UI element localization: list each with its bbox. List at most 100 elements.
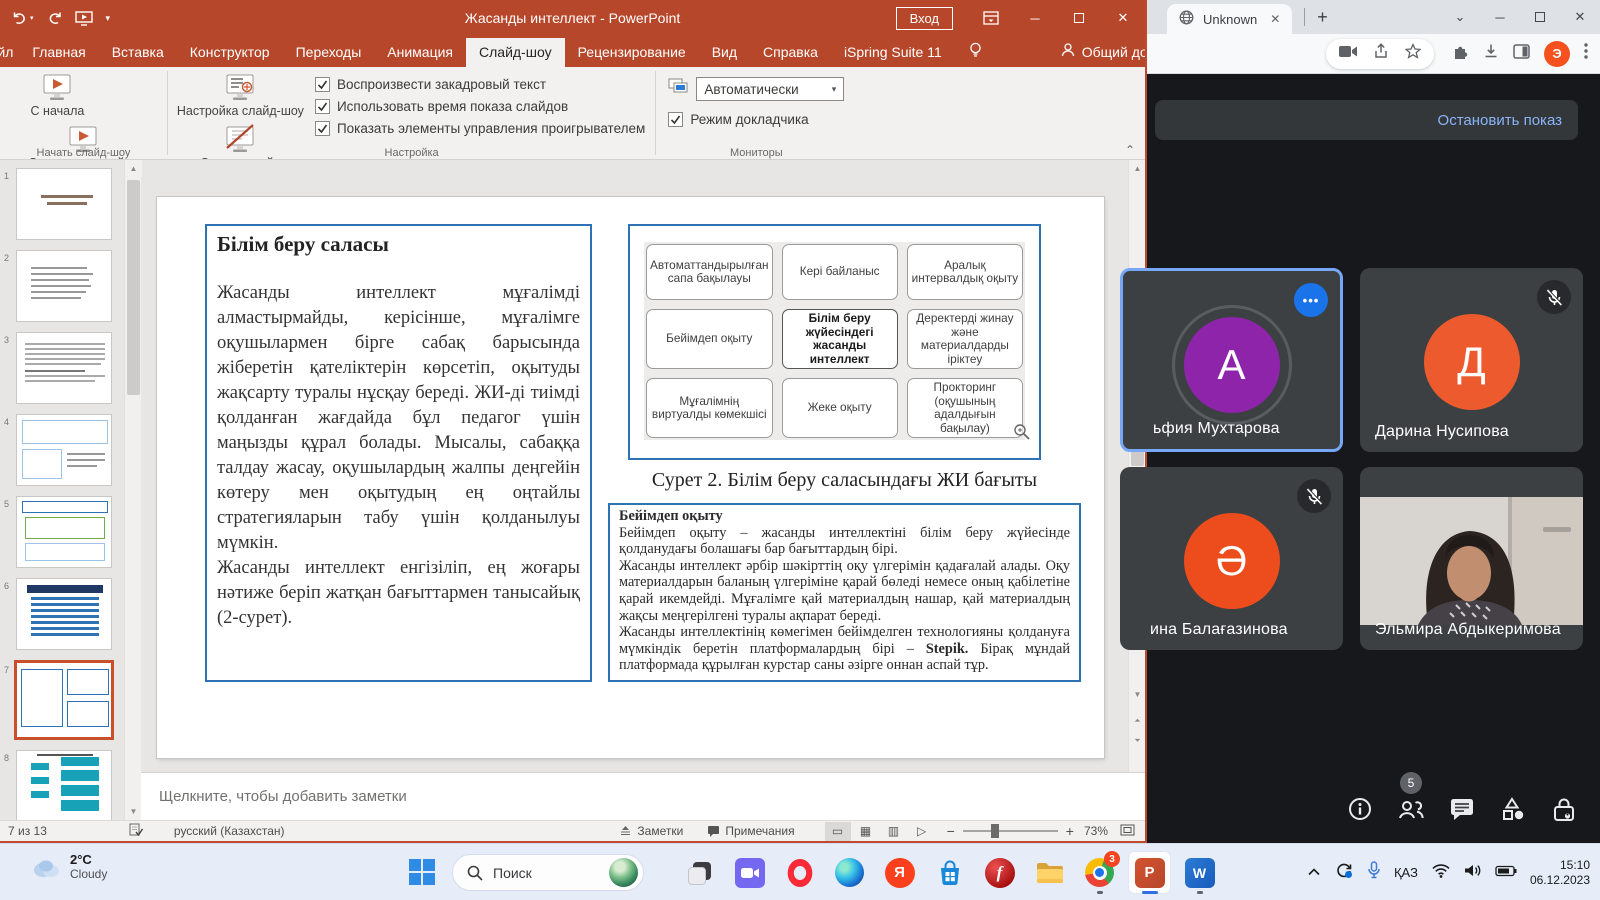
tab-7[interactable]: Рецензирование — [565, 38, 699, 67]
participant-tile-1[interactable]: А•••ьфия Мухтарова — [1120, 268, 1343, 452]
stop-presenting-button[interactable]: Остановить показ — [1438, 112, 1562, 129]
search-box[interactable]: Поиск — [452, 854, 644, 891]
participant-tile-4[interactable]: Эльмира Абдыкеримова — [1360, 467, 1583, 650]
tab-2[interactable]: Вставка — [99, 38, 177, 67]
tab-8[interactable]: Вид — [699, 38, 750, 67]
hidden-icons-chevron[interactable] — [1307, 864, 1321, 882]
tab-4[interactable]: Переходы — [283, 38, 375, 67]
thumbnails-scrollbar[interactable]: ▲ ▼ — [124, 160, 141, 820]
ribbon-checkbox-0[interactable]: Воспроизвести закадровый текст — [315, 77, 645, 92]
chat-icon[interactable] — [1445, 792, 1479, 826]
customize-qat-icon[interactable]: ▾ — [106, 13, 111, 24]
tab-6[interactable]: Слайд-шоу — [466, 38, 565, 67]
host-controls-lock-icon[interactable] — [1547, 792, 1581, 826]
notes-button[interactable]: Заметки — [619, 824, 683, 838]
tab-close-icon[interactable]: ✕ — [1270, 12, 1280, 26]
weather-widget[interactable]: 2°C Cloudy — [30, 852, 107, 881]
share-icon[interactable] — [1373, 43, 1389, 64]
keyboard-language[interactable]: ҚАЗ — [1394, 865, 1418, 880]
new-tab-button[interactable]: + — [1317, 7, 1328, 28]
profile-avatar[interactable]: Э — [1544, 41, 1570, 67]
participant-menu-button[interactable]: ••• — [1294, 283, 1328, 317]
search-highlight-image[interactable] — [609, 858, 638, 887]
slide-thumbnail-1[interactable]: 1 — [16, 168, 112, 240]
scroll-down-icon[interactable]: ▼ — [125, 803, 142, 820]
tab-9[interactable]: Справка — [750, 38, 831, 67]
ribbon-checkbox-2[interactable]: Показать элементы управления проигрывате… — [315, 121, 645, 136]
zoom-level[interactable]: 73% — [1084, 824, 1108, 838]
tab-10[interactable]: iSpring Suite 11 — [831, 38, 955, 67]
tab-3[interactable]: Конструктор — [177, 38, 283, 67]
slideshow-view-button[interactable]: ▷ — [909, 822, 935, 841]
slide-thumbnail-2[interactable]: 2 — [16, 250, 112, 322]
redo-icon[interactable] — [47, 11, 62, 25]
scroll-up-icon[interactable]: ▲ — [1129, 160, 1146, 177]
browser-close-button[interactable]: ✕ — [1560, 0, 1600, 34]
taskbar-app-explorer[interactable] — [1028, 851, 1071, 894]
taskbar-app-flash[interactable]: f — [978, 851, 1021, 894]
battery-icon[interactable] — [1495, 864, 1517, 882]
close-button[interactable]: ✕ — [1101, 0, 1145, 36]
activities-icon[interactable] — [1496, 792, 1530, 826]
taskbar-app-opera[interactable] — [778, 851, 821, 894]
ribbon-button-play-0[interactable]: С начала — [0, 69, 163, 121]
taskbar-app-word[interactable]: W — [1178, 851, 1221, 894]
start-button[interactable] — [408, 858, 436, 891]
sync-icon[interactable] — [1334, 861, 1354, 884]
taskbar-app-powerpoint[interactable]: P — [1128, 851, 1171, 894]
tab-file[interactable]: Файл — [0, 38, 19, 67]
ribbon-checkbox-1[interactable]: Использовать время показа слайдов — [315, 99, 645, 114]
slide-textbox-adaptive[interactable]: Бейімдеп оқыту Бейімдеп оқыту – жасанды … — [608, 503, 1081, 682]
zoom-slider[interactable] — [963, 830, 1058, 832]
tab-search-chevron-icon[interactable]: ⌄ — [1440, 0, 1480, 34]
tab-1[interactable]: Главная — [19, 38, 98, 67]
participant-tile-2[interactable]: ДДарина Нусипова — [1360, 268, 1583, 452]
meeting-details-icon[interactable] — [1343, 792, 1377, 826]
slide-thumbnail-6[interactable]: 6 — [16, 578, 112, 650]
start-slideshow-icon[interactable] — [75, 11, 93, 26]
previous-slide-button[interactable]: ⏶ — [1129, 712, 1146, 729]
reading-view-button[interactable]: ▥ — [881, 822, 907, 841]
ribbon-button-setup-0[interactable]: Настройка слайд-шоу — [172, 69, 309, 121]
comments-button[interactable]: Примечания — [707, 824, 794, 838]
browser-menu-icon[interactable] — [1584, 43, 1588, 64]
taskbar-app-meet-app[interactable] — [728, 851, 771, 894]
normal-view-button[interactable]: ▭ — [825, 822, 851, 841]
slide-canvas[interactable]: Білім беру саласы Жасанды интеллект мұға… — [157, 197, 1104, 758]
presenter-mode-checkbox[interactable]: Режим докладчика — [668, 112, 844, 127]
taskbar-app-task-view[interactable] — [678, 851, 721, 894]
browser-maximize-button[interactable] — [1520, 0, 1560, 34]
taskbar-app-yandex[interactable]: Я — [878, 851, 921, 894]
side-panel-icon[interactable] — [1513, 44, 1530, 64]
scroll-up-icon[interactable]: ▲ — [125, 160, 142, 177]
browser-tab[interactable]: Unknown ✕ — [1167, 4, 1292, 34]
monitor-select[interactable]: Автоматически▾ — [696, 77, 844, 101]
undo-icon[interactable]: ▾ — [12, 11, 34, 25]
fit-slide-icon[interactable] — [1120, 824, 1135, 839]
share-button[interactable]: Общий доступ — [1082, 44, 1145, 60]
bookmark-star-icon[interactable] — [1405, 43, 1421, 64]
signin-button[interactable]: Вход — [896, 7, 953, 30]
tab-capture-camera-icon[interactable] — [1339, 45, 1357, 63]
slide-sorter-button[interactable]: ▦ — [853, 822, 879, 841]
participant-tile-3[interactable]: Әина Балағазинова — [1120, 467, 1343, 650]
microphone-icon[interactable] — [1367, 861, 1381, 884]
slide-thumbnail-8[interactable]: 8 — [16, 750, 112, 822]
tab-5[interactable]: Анимация — [374, 38, 466, 67]
collapse-ribbon-icon[interactable]: ⌃ — [1125, 143, 1135, 157]
slide-thumbnail-4[interactable]: 4 — [16, 414, 112, 486]
notes-pane[interactable]: Щелкните, чтобы добавить заметки — [141, 772, 1145, 820]
browser-minimize-button[interactable]: ─ — [1480, 0, 1520, 34]
ribbon-display-options-icon[interactable] — [969, 0, 1013, 36]
extensions-puzzle-icon[interactable] — [1452, 43, 1469, 65]
slide-thumbnail-3[interactable]: 3 — [16, 332, 112, 404]
clock[interactable]: 15:10 06.12.2023 — [1530, 858, 1590, 888]
taskbar-app-store[interactable] — [928, 851, 971, 894]
slide-thumbnail-7[interactable]: 7 — [14, 660, 114, 740]
taskbar-app-edge[interactable] — [828, 851, 871, 894]
scroll-down-icon[interactable]: ▼ — [1129, 686, 1146, 703]
next-slide-button[interactable]: ⏷ — [1129, 732, 1146, 749]
zoom-out-button[interactable]: − — [947, 823, 955, 839]
taskbar-app-chrome-app[interactable]: 3 — [1078, 851, 1121, 894]
download-icon[interactable] — [1483, 43, 1499, 64]
